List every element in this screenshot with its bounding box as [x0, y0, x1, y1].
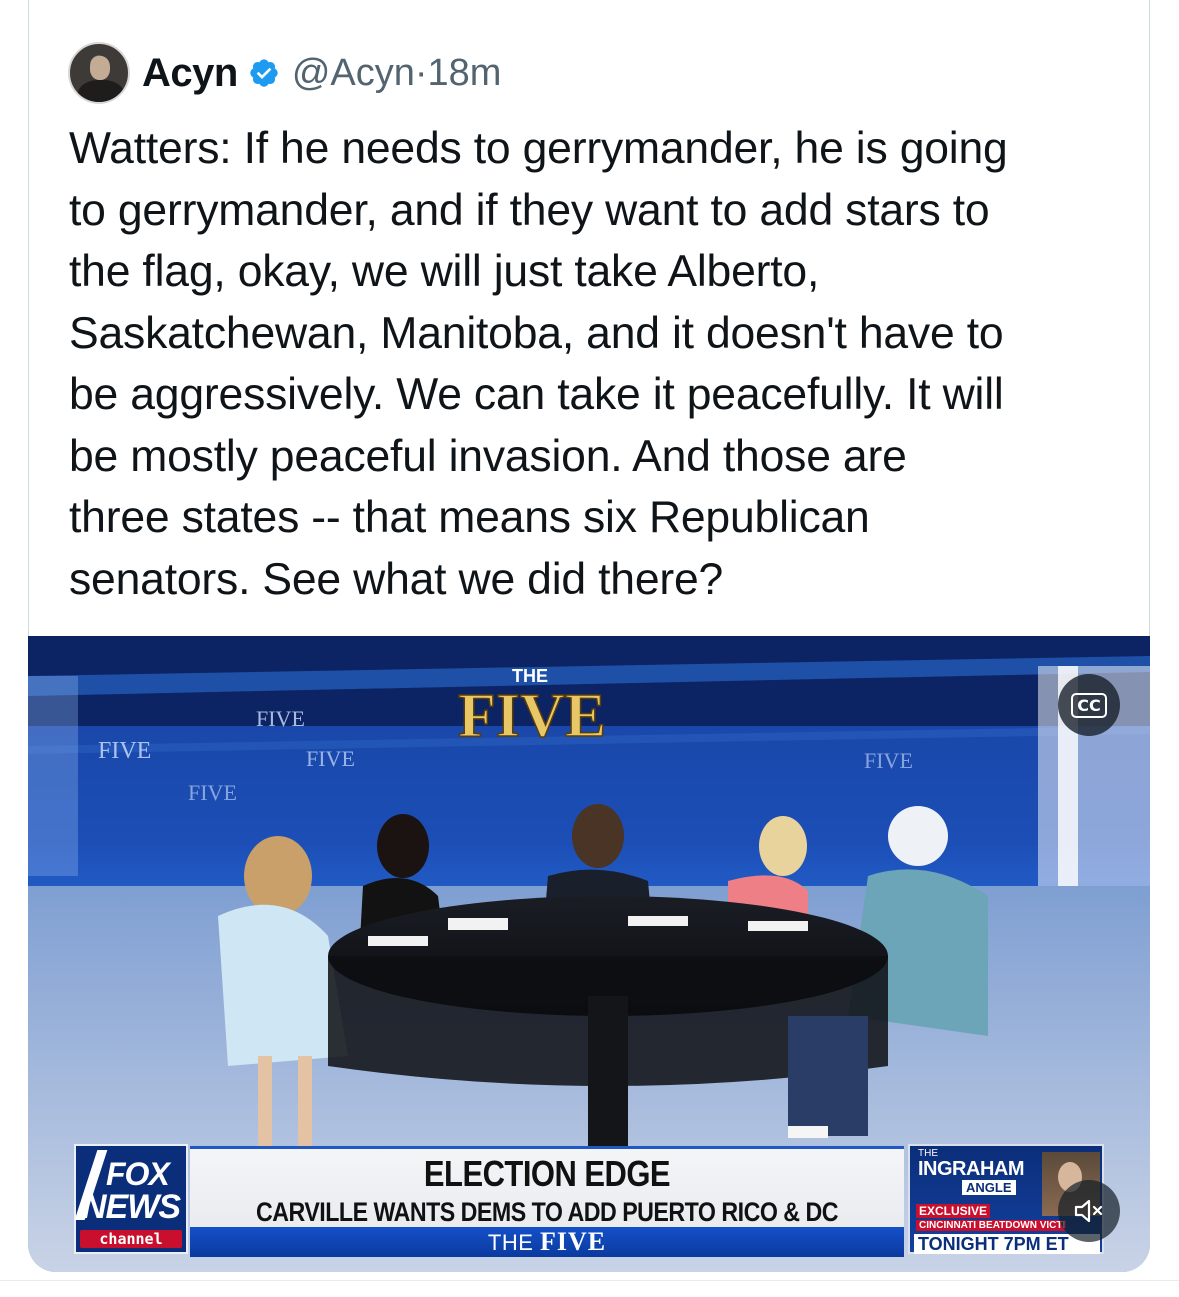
captions-button[interactable]: CC [1058, 674, 1120, 736]
svg-text:FIVE: FIVE [306, 746, 355, 771]
tweet-line: Saskatchewan, Manitoba, and it doesn't h… [69, 308, 1004, 358]
svg-text:FIVE: FIVE [256, 706, 305, 731]
tweet-line: Watters: If he needs to gerrymander, he … [69, 124, 1008, 173]
tweet-header: Acyn @Acyn·18m [68, 40, 501, 106]
banner-headline: ELECTION EDGE [423, 1153, 671, 1194]
author-name[interactable]: Acyn [142, 51, 238, 96]
svg-text:FIVE: FIVE [864, 748, 913, 773]
tweet-line: three states -- that means six Republica… [69, 493, 870, 542]
divider [0, 1280, 1179, 1281]
fox-news-logo: FOX NEWS channel [74, 1144, 188, 1254]
speaker-muted-icon [1074, 1199, 1103, 1223]
timestamp: 18m [427, 51, 502, 94]
svg-text:FIVE: FIVE [98, 738, 151, 764]
tweet-line: the flag, okay, we will just take Albert… [69, 247, 820, 296]
tweet-text: Watters: If he needs to gerrymander, he … [69, 118, 1129, 610]
tweet-line: be aggressively. We can take it peaceful… [69, 370, 1004, 419]
verified-badge-icon [250, 59, 278, 87]
avatar[interactable] [68, 42, 130, 104]
author-handle[interactable]: @Acyn·18m [292, 52, 502, 95]
tweet-line: senators. See what we did there? [69, 554, 724, 604]
svg-text:FIVE: FIVE [188, 780, 237, 805]
tweet-line: to gerrymander, and if they want to add … [69, 185, 990, 235]
svg-text:THE: THE [512, 666, 548, 686]
show-name-bar: THE FIVE [190, 1227, 904, 1257]
tweet-line: be mostly peaceful invasion. And those a… [69, 431, 907, 481]
lower-third-banner: ELECTION EDGE CARVILLE WANTS DEMS TO ADD… [190, 1146, 904, 1258]
svg-text:FIVE: FIVE [458, 682, 606, 750]
video-player[interactable]: FIVE THE FIVE FIVE FIVE FIVE FIVE CC FOX… [28, 636, 1150, 1272]
mute-button[interactable] [1058, 1180, 1120, 1242]
cc-icon: CC [1071, 692, 1107, 718]
